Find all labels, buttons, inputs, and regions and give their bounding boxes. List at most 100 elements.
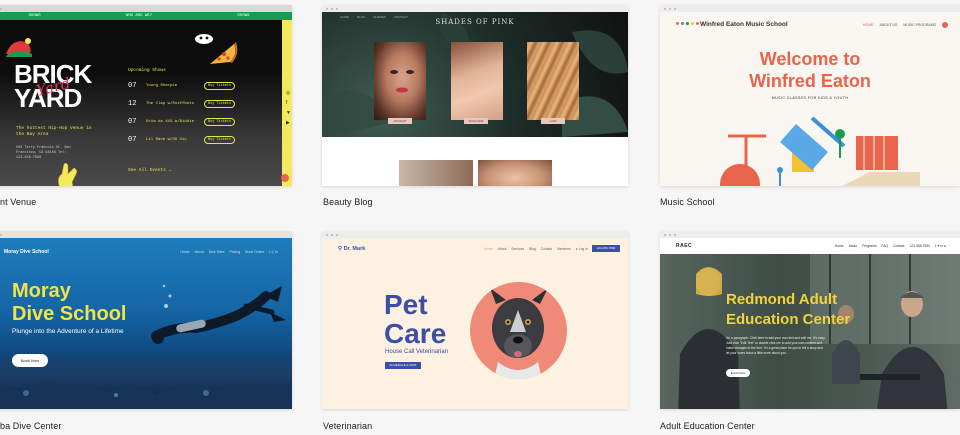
- nav-link: Contact: [540, 247, 553, 251]
- site-nav: HOME ABOUT US MUSIC PROGRAMS: [863, 22, 948, 28]
- card-caption[interactable]: Veterinarian: [323, 421, 372, 431]
- browser-chrome: [322, 5, 628, 12]
- upcoming-heading: Upcoming Shows: [128, 68, 166, 73]
- template-thumbnail: HOME BLOG SHADES CONTACT SHADES OF PINK …: [322, 12, 628, 186]
- avatar-icon: [942, 22, 948, 28]
- template-thumbnail: RAEC Home About Programs FAQ Contact 123…: [660, 238, 960, 409]
- template-card-venue[interactable]: SHOWS WHO ARE WE? SHOWS BRICK YARD Yard …: [0, 5, 292, 186]
- school-name: Moray Dive School: [4, 249, 49, 255]
- hair-photo: [527, 42, 579, 120]
- makeup-photo: [374, 42, 426, 120]
- social-icons: ◎ f ▼ ▶: [286, 90, 291, 126]
- card-caption[interactable]: Music School: [660, 197, 715, 207]
- welcome-subtitle: MUSIC CLASSES FOR KIDS & YOUTH: [771, 96, 849, 100]
- twitter-icon: ▼: [286, 110, 291, 116]
- browser-chrome: [0, 5, 292, 12]
- site-nav: Home About Services Blog Contact Members…: [484, 247, 588, 251]
- location-pin-icon: ⚲: [338, 246, 343, 252]
- venue-address: 500 Terry Francois St. San Francisco, CA…: [16, 146, 71, 160]
- topbar-link: SHOWS: [237, 14, 250, 18]
- card-caption[interactable]: Beauty Blog: [323, 197, 373, 207]
- card-caption[interactable]: Adult Education Center: [660, 421, 755, 431]
- youtube-icon: ▶: [286, 120, 290, 126]
- hero-subtitle: Plunge into the Adventure of a Lifetime: [12, 328, 124, 335]
- hero-subtitle: House Call Veterinarian: [385, 349, 449, 355]
- hero-title: Redmond Adult Education Center: [726, 291, 851, 328]
- browser-chrome: [660, 5, 960, 12]
- template-thumbnail: Winfred Eaton Music School HOME ABOUT US…: [660, 12, 960, 186]
- card-caption[interactable]: nt Venue: [0, 197, 36, 207]
- nav-link: 123-456-7890: [909, 244, 931, 248]
- template-card-dive-center[interactable]: m Moray Dive School Home About Dive Site…: [0, 231, 292, 409]
- login-link: ● Log In: [575, 247, 588, 251]
- topbar-link: SHOWS: [28, 14, 41, 18]
- schedule-visit-button: SCHEDULE A VISIT: [385, 362, 421, 369]
- instruments-illustration: [720, 116, 920, 186]
- browser-chrome: [0, 231, 292, 238]
- show-row: 12 The Clap w/Sniffbots Buy Tickets: [128, 100, 238, 108]
- nav-link: About: [497, 247, 507, 251]
- social-icons: f ✦ in ●: [935, 244, 946, 248]
- nav-link: Dive Sites: [208, 250, 225, 254]
- site-topbar: SHOWS WHO ARE WE? SHOWS: [0, 12, 292, 20]
- accent-dot: [281, 174, 289, 182]
- nav-link: Blog: [529, 247, 536, 251]
- dog-photo: [470, 282, 567, 379]
- show-row: 07 Lil Rave w/OG Vic Buy Tickets: [128, 136, 238, 144]
- hair-button: HAIR: [541, 118, 565, 124]
- template-thumbnail: SHOWS WHO ARE WE? SHOWS BRICK YARD Yard …: [0, 12, 292, 186]
- phone-button: 123-456-7890: [592, 245, 620, 252]
- hat-icon: [6, 38, 32, 57]
- nav-link: ABOUT US: [879, 23, 898, 27]
- post-thumbnail: [399, 160, 473, 186]
- skincare-photo: [451, 42, 503, 120]
- nav-link: About: [194, 250, 204, 254]
- venue-tagline: The hottest Hip-Hop Venue in the Bay Are…: [16, 126, 92, 137]
- template-card-beauty-blog[interactable]: HOME BLOG SHADES CONTACT SHADES OF PINK …: [322, 5, 628, 186]
- site-nav: Home About Programs FAQ Contact 123-456-…: [835, 244, 946, 248]
- nav-link: FAQ: [881, 244, 889, 248]
- browser-chrome: [322, 231, 628, 238]
- book-now-button: Book Now: [12, 354, 48, 367]
- instagram-icon: ◎: [286, 90, 291, 96]
- nav-link: Members: [557, 247, 571, 251]
- raec-logo: RAEC: [676, 243, 693, 249]
- nav-link: Programs: [862, 244, 877, 248]
- hand-icon: [58, 163, 77, 186]
- card-caption[interactable]: ba Dive Center: [0, 421, 61, 431]
- buy-tickets-button: Buy Tickets: [204, 136, 236, 144]
- hero-title: Pet Care: [384, 289, 447, 349]
- nav-link: Home: [180, 250, 190, 254]
- social-icons: f ◎ in: [269, 250, 278, 254]
- buy-tickets-button: Buy Tickets: [204, 82, 236, 90]
- nav-link: Home: [484, 247, 493, 251]
- site-nav: Home About Dive Sites Pricing Book Onlin…: [180, 250, 278, 254]
- classroom-photo: [660, 254, 960, 409]
- topbar-link: WHO ARE WE?: [125, 14, 153, 18]
- nav-link: Contact: [893, 244, 905, 248]
- nav-link: Services: [511, 247, 525, 251]
- facebook-icon: f: [286, 100, 288, 106]
- diver-illustration: [151, 284, 286, 344]
- hero-title: Moray Dive School: [12, 280, 127, 325]
- template-card-adult-education[interactable]: RAEC Home About Programs FAQ Contact 123…: [660, 231, 960, 409]
- nav-link: MUSIC PROGRAMS: [903, 23, 936, 27]
- template-thumbnail: m Moray Dive School Home About Dive Site…: [0, 238, 292, 409]
- nav-link: HOME: [863, 23, 874, 27]
- show-row: 07 Grim da 415 w/Biddie Buy Tickets: [128, 118, 238, 126]
- vet-logo: ⚲ Dr. Mark: [338, 246, 366, 252]
- blog-lower-section: [322, 137, 628, 186]
- template-card-veterinarian[interactable]: ⚲ Dr. Mark Home About Services Blog Cont…: [322, 231, 628, 409]
- post-thumbnail: [478, 160, 552, 186]
- welcome-heading: Welcome to Winfred Eaton: [749, 49, 871, 91]
- skincare-button: SKINCARE: [464, 118, 488, 124]
- nav-link: Home: [834, 244, 844, 248]
- enroll-now-button: Enroll Now: [726, 369, 750, 377]
- template-card-music-school[interactable]: Winfred Eaton Music School HOME ABOUT US…: [660, 5, 960, 186]
- nav-link: About: [848, 244, 858, 248]
- nav-link: Pricing: [229, 250, 241, 254]
- pizza-icon: [210, 42, 238, 64]
- blog-title: SHADES OF PINK: [435, 18, 515, 26]
- hero-paragraph: I'm a paragraph. Click here to add your …: [726, 336, 826, 355]
- school-name: Winfred Eaton Music School: [700, 21, 788, 28]
